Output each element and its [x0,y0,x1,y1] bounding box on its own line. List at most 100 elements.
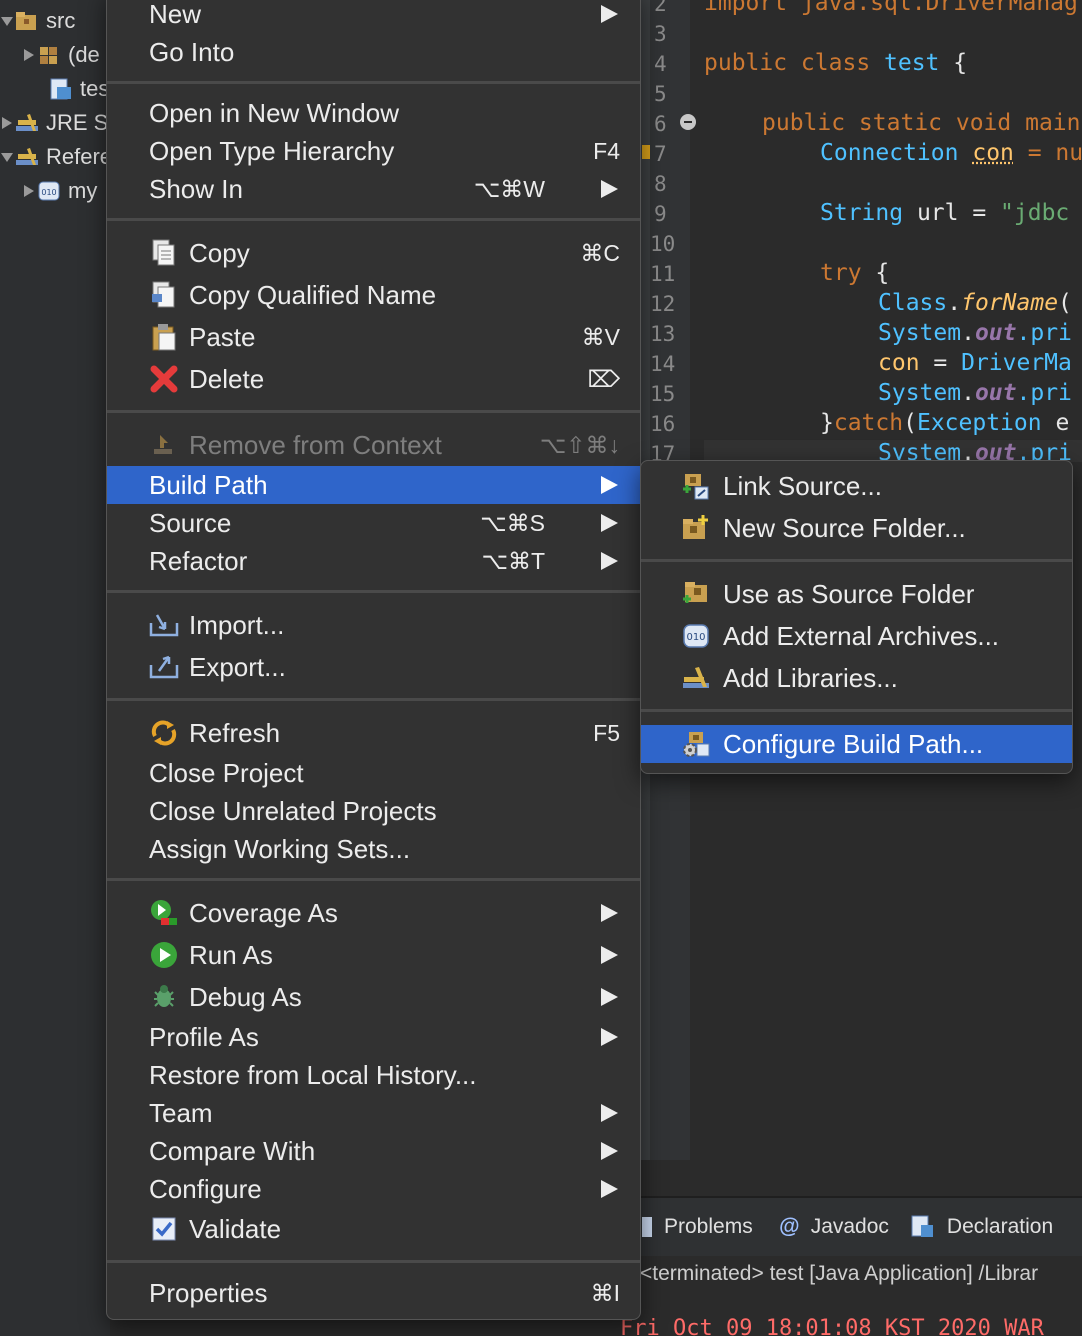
build-path-submenu: Link Source... New Source Folder... Use … [640,460,1073,774]
shortcut: F4 [593,138,620,165]
menu-item-delete[interactable]: Delete ⌦ [107,360,640,398]
submenu-arrow-icon [601,988,618,1006]
debug-bug-icon [149,982,179,1012]
collapse-arrow-icon[interactable] [22,184,36,198]
menu-item-coverage-as[interactable]: Coverage As [107,894,640,932]
menu-item-open-type-hierarchy[interactable]: Open Type Hierarchy F4 [107,132,640,170]
menu-item-configure[interactable]: Configure [107,1170,640,1208]
svg-text:010: 010 [41,188,56,197]
console-output: Fri Oct 09 18:01:08 KST 2020 WAR [620,1316,1082,1336]
menu-item-new[interactable]: New [107,0,640,33]
menu-item-compare-with[interactable]: Compare With [107,1132,640,1170]
tab-label: Problems [664,1215,753,1239]
menu-item-refactor[interactable]: Refactor ⌥⌘T [107,542,640,580]
menu-item-restore-local-history[interactable]: Restore from Local History... [107,1056,640,1094]
menu-item-paste[interactable]: Paste ⌘V [107,318,640,356]
import-icon [149,610,179,640]
configure-build-path-icon [681,729,711,759]
submenu-arrow-icon [601,5,618,23]
tree-label: Refere [46,144,112,170]
jar-icon: 010 [36,179,62,203]
menu-item-refresh[interactable]: Refresh F5 [107,714,640,752]
menu-item-team[interactable]: Team [107,1094,640,1132]
line-number: 12 [650,292,690,316]
tree-label: my [68,178,97,204]
submenu-arrow-icon [601,1028,618,1046]
menu-item-profile-as[interactable]: Profile As [107,1018,640,1056]
menu-item-open-new-window[interactable]: Open in New Window [107,94,640,132]
menu-item-configure-build-path[interactable]: Configure Build Path... [641,725,1072,763]
context-menu: New Go Into Open in New Window Open Type… [106,0,641,1320]
tree-item-src[interactable]: src [0,4,75,38]
line-number: 2 [654,0,694,16]
tab-declaration[interactable]: Declaration [909,1213,1053,1241]
menu-item-assign-working-sets[interactable]: Assign Working Sets... [107,830,640,868]
tree-item-jar[interactable]: 010 my [22,174,97,208]
menu-separator [641,709,1072,712]
tab-javadoc[interactable]: @ Javadoc [779,1215,889,1239]
copy-qualified-name-icon [149,280,179,310]
menu-item-go-into[interactable]: Go Into [107,33,640,71]
line-number: 4 [654,52,694,76]
menu-item-import[interactable]: Import... [107,606,640,644]
code-line-11: try { [820,260,889,286]
run-icon [149,940,179,970]
submenu-arrow-icon [601,904,618,922]
submenu-arrow-icon [601,514,618,532]
menu-item-use-as-source-folder[interactable]: Use as Source Folder [641,575,1072,613]
menu-item-debug-as[interactable]: Debug As [107,978,640,1016]
library-books-icon [681,663,711,693]
menu-item-copy-qualified-name[interactable]: Copy Qualified Name [107,276,640,314]
code-line-9: String url = "jdbc [820,200,1069,226]
line-number: 14 [650,352,690,376]
menu-item-close-unrelated-projects[interactable]: Close Unrelated Projects [107,792,640,830]
shortcut: F5 [593,720,620,747]
menu-item-copy[interactable]: Copy ⌘C [107,234,640,272]
line-number: 10 [650,232,690,256]
line-number: 7 [654,142,694,166]
tree-label: JRE S [46,110,108,136]
tree-item-jre[interactable]: JRE S [0,106,108,140]
submenu-arrow-icon [601,1142,618,1160]
use-as-source-folder-icon [681,579,711,609]
source-folder-icon [14,9,40,33]
fold-collapse-icon[interactable] [680,114,696,130]
menu-item-properties[interactable]: Properties ⌘I [107,1274,640,1312]
javadoc-icon: @ [779,1215,805,1239]
menu-item-new-source-folder[interactable]: New Source Folder... [641,509,1072,547]
menu-item-add-libraries[interactable]: Add Libraries... [641,659,1072,697]
submenu-arrow-icon [601,552,618,570]
tree-item-default-package[interactable]: (de [22,38,100,72]
link-source-icon [681,471,711,501]
collapse-arrow-icon[interactable] [0,116,14,130]
expand-arrow-icon[interactable] [0,14,14,28]
package-explorer: src (de tes JRE S Refere 010 my [0,0,110,1336]
menu-item-source[interactable]: Source ⌥⌘S [107,504,640,542]
tree-item-referenced-libraries[interactable]: Refere [0,140,112,174]
menu-item-link-source[interactable]: Link Source... [641,467,1072,505]
menu-item-run-as[interactable]: Run As [107,936,640,974]
line-number: 13 [650,322,690,346]
paste-icon [149,322,179,352]
menu-item-validate[interactable]: Validate [107,1210,640,1248]
collapse-arrow-icon[interactable] [22,48,36,62]
menu-separator [107,878,640,881]
menu-item-close-project[interactable]: Close Project [107,754,640,792]
code-line-6: public static void main [762,110,1081,136]
tree-item-test-class[interactable]: tes [48,72,109,106]
tree-label: src [46,8,75,34]
menu-item-add-external-archives[interactable]: 010 Add External Archives... [641,617,1072,655]
expand-arrow-icon[interactable] [0,150,14,164]
package-icon [36,43,62,67]
menu-item-build-path[interactable]: Build Path [107,466,640,504]
tab-label: Declaration [947,1215,1053,1239]
java-file-icon [48,77,74,101]
submenu-arrow-icon [601,946,618,964]
svg-text:010: 010 [686,632,705,643]
menu-item-show-in[interactable]: Show In ⌥⌘W [107,170,640,208]
menu-item-export[interactable]: Export... [107,648,640,686]
warning-marker-icon[interactable] [642,145,650,159]
shortcut: ⌘C [580,240,620,267]
submenu-arrow-icon [601,1104,618,1122]
tab-problems[interactable]: Problems [640,1214,753,1240]
